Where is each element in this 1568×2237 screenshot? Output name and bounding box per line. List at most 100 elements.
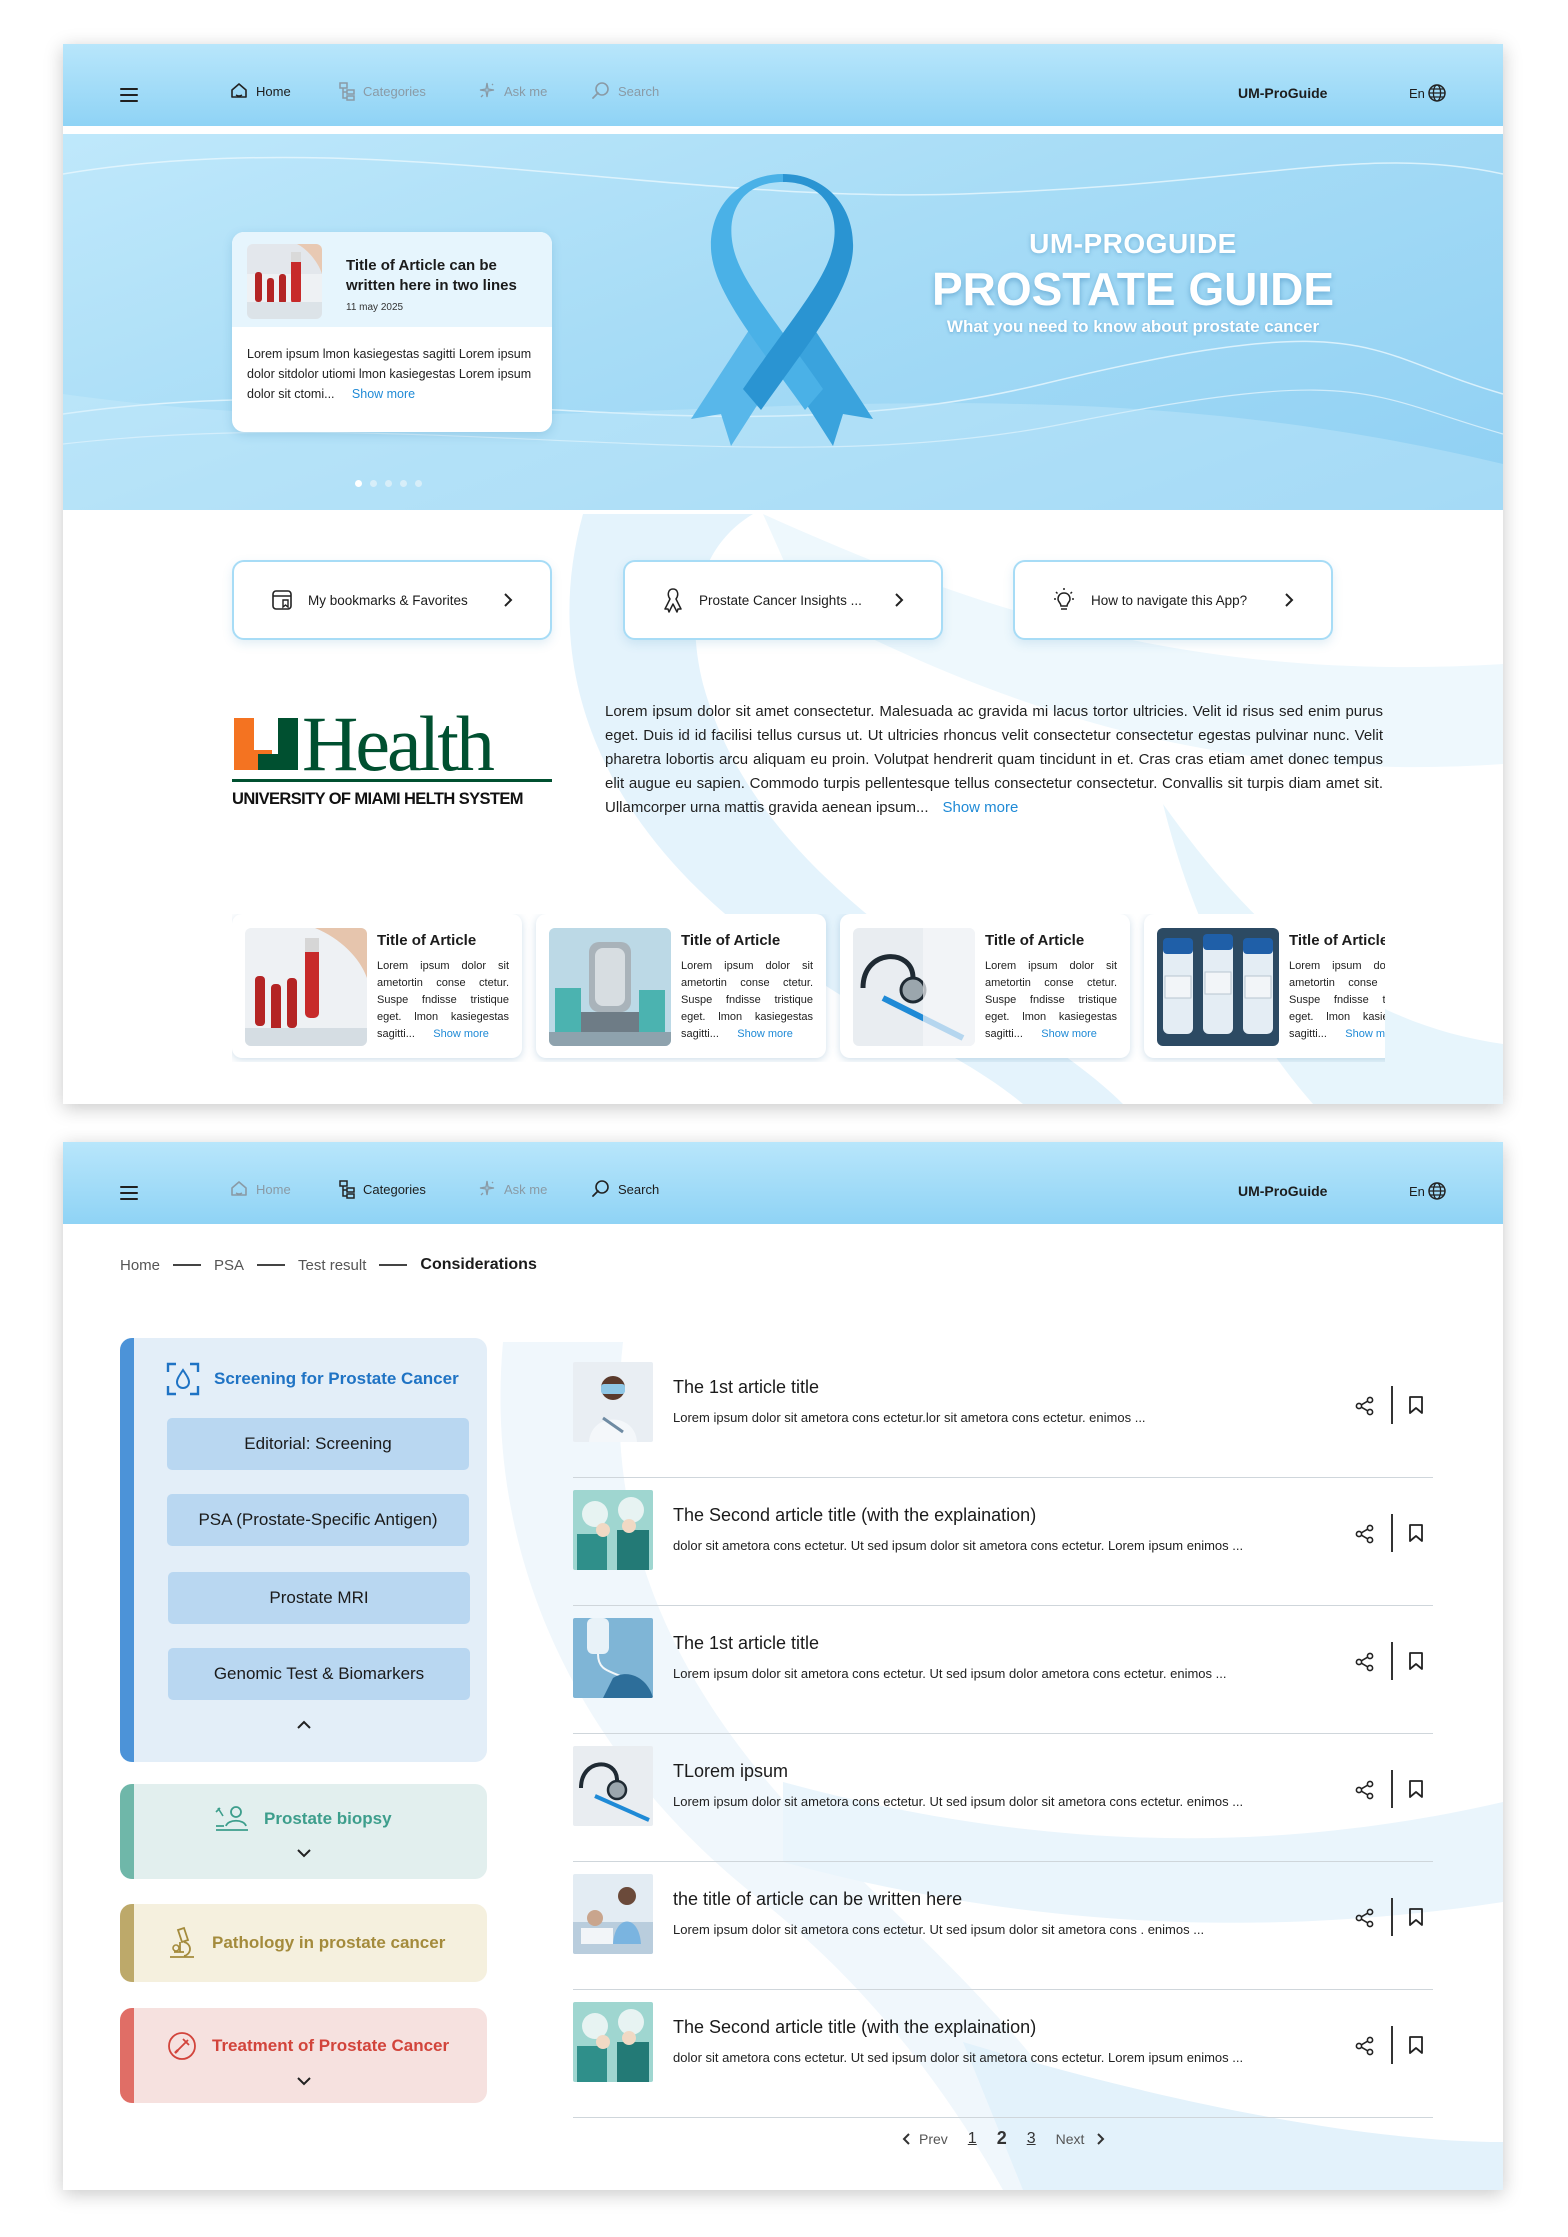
- article-card-excerpt: Lorem ipsum dolor sit ametortin conse ct…: [377, 958, 509, 1043]
- pagination-page[interactable]: 1: [968, 2130, 977, 2148]
- article-card-show-more[interactable]: Show more: [1345, 1028, 1385, 1040]
- category-list-screen: Home Categories Ask me Search UM-ProGuid…: [63, 1142, 1503, 2190]
- awareness-ribbon-icon: [691, 174, 873, 446]
- category-accent-bar: [120, 1338, 134, 1762]
- action-divider: [1391, 1386, 1393, 1424]
- expand-button[interactable]: [120, 2074, 487, 2092]
- bookmark-icon[interactable]: [1408, 1395, 1424, 1415]
- categories-icon: [339, 82, 355, 101]
- article-card[interactable]: Title of Article Lorem ipsum dolor sit a…: [840, 914, 1130, 1058]
- nav-search-label: Search: [618, 1181, 660, 1197]
- nav-ask-me[interactable]: Ask me: [477, 1179, 547, 1199]
- category-accent-bar: [120, 1784, 134, 1879]
- collapse-button[interactable]: [120, 1718, 487, 1736]
- chevron-right-icon: [895, 593, 904, 607]
- breadcrumb-item[interactable]: PSA: [214, 1257, 244, 1274]
- featured-article-show-more[interactable]: Show more: [352, 387, 415, 401]
- article-card[interactable]: Title of Article Lorem ipsum dolor sit a…: [232, 914, 522, 1058]
- pagination-prev[interactable]: Prev: [901, 2131, 948, 2147]
- share-icon[interactable]: [1355, 1396, 1375, 1416]
- article-card-show-more[interactable]: Show more: [1041, 1028, 1097, 1040]
- language-selector[interactable]: En: [1409, 1181, 1447, 1201]
- article-list-item[interactable]: The 1st article title Lorem ipsum dolor s…: [573, 1606, 1433, 1734]
- bookmark-icon[interactable]: [1408, 1907, 1424, 1927]
- article-title[interactable]: The 1st article title: [673, 1377, 819, 1398]
- category-screening-title: Screening for Prostate Cancer: [214, 1369, 459, 1388]
- pagination-page-current[interactable]: 2: [997, 2128, 1007, 2149]
- bookmark-icon[interactable]: [1408, 1651, 1424, 1671]
- carousel-dot[interactable]: [385, 480, 392, 487]
- breadcrumb: Home PSA Test result Considerations: [120, 1256, 537, 1274]
- carousel-dot[interactable]: [370, 480, 377, 487]
- subcategory-psa[interactable]: PSA (Prostate-Specific Antigen): [167, 1494, 469, 1546]
- nav-home[interactable]: Home: [229, 1179, 291, 1199]
- carousel-dot[interactable]: [400, 480, 407, 487]
- navigate-app-button[interactable]: How to navigate this App?: [1013, 560, 1333, 640]
- cancer-insights-button[interactable]: Prostate Cancer Insights ...: [623, 560, 943, 640]
- nav-categories-label: Categories: [363, 83, 426, 99]
- pagination-next-label: Next: [1055, 2130, 1085, 2147]
- intro-show-more[interactable]: Show more: [942, 799, 1018, 816]
- bookmark-icon[interactable]: [1408, 1523, 1424, 1543]
- article-title[interactable]: The 1st article title: [673, 1633, 819, 1654]
- chevron-up-icon: [296, 1720, 311, 1729]
- featured-article-header: Title of Article can be written here in …: [232, 232, 552, 327]
- bookmark-icon[interactable]: [1408, 2035, 1424, 2055]
- featured-article-date: 11 may 2025: [346, 302, 404, 313]
- menu-icon[interactable]: [120, 1186, 138, 1200]
- action-divider: [1391, 2026, 1393, 2064]
- category-treatment-title: Treatment of Prostate Cancer: [212, 2036, 450, 2055]
- category-biopsy[interactable]: Prostate biopsy: [120, 1784, 487, 1879]
- article-list-item[interactable]: the title of article can be written here…: [573, 1862, 1433, 1990]
- share-icon[interactable]: [1355, 2036, 1375, 2056]
- chevron-right-icon: [504, 593, 513, 607]
- article-list-item[interactable]: The Second article title (with the expla…: [573, 1478, 1433, 1606]
- nav-categories[interactable]: Categories: [338, 1179, 426, 1199]
- breadcrumb-item[interactable]: Home: [120, 1257, 160, 1274]
- article-list-item[interactable]: TLorem ipsum Lorem ipsum dolor sit ametor…: [573, 1734, 1433, 1862]
- nav-categories[interactable]: Categories: [338, 81, 426, 101]
- subcategory-genomic-test[interactable]: Genomic Test & Biomarkers: [168, 1648, 470, 1700]
- share-icon[interactable]: [1355, 1652, 1375, 1672]
- pagination-page[interactable]: 3: [1027, 2130, 1036, 2148]
- menu-icon[interactable]: [120, 88, 138, 102]
- article-card-title: Title of Article: [985, 932, 1085, 949]
- article-card-show-more[interactable]: Show more: [737, 1028, 793, 1040]
- breadcrumb-item[interactable]: Test result: [298, 1257, 366, 1274]
- subcategory-editorial-screening[interactable]: Editorial: Screening: [167, 1418, 469, 1470]
- nav-ask-me[interactable]: Ask me: [477, 81, 547, 101]
- article-card[interactable]: Title of Article Lorem ipsum dolor sit a…: [536, 914, 826, 1058]
- category-screening-header[interactable]: Screening for Prostate Cancer: [166, 1362, 459, 1396]
- language-label: En: [1409, 1183, 1425, 1199]
- nav-search[interactable]: Search: [591, 81, 659, 101]
- article-list-item[interactable]: The Second article title (with the expla…: [573, 1990, 1433, 2118]
- pagination-next[interactable]: Next: [1056, 2131, 1107, 2147]
- article-list-item[interactable]: The 1st article title Lorem ipsum dolor s…: [573, 1350, 1433, 1478]
- expand-button[interactable]: [120, 1846, 487, 1864]
- category-treatment[interactable]: Treatment of Prostate Cancer: [120, 2008, 487, 2103]
- nav-search[interactable]: Search: [591, 1179, 659, 1199]
- bookmark-icon[interactable]: [1408, 1779, 1424, 1799]
- chevron-left-icon: [902, 2132, 910, 2145]
- article-title[interactable]: the title of article can be written here: [673, 1889, 962, 1910]
- article-description: dolor sit ametora cons ectetur. Ut sed i…: [673, 2050, 1244, 2065]
- carousel-dot[interactable]: [355, 480, 362, 487]
- language-selector[interactable]: En: [1409, 83, 1447, 103]
- share-icon[interactable]: [1355, 1524, 1375, 1544]
- category-pathology[interactable]: Pathology in prostate cancer: [120, 1904, 487, 1982]
- share-icon[interactable]: [1355, 1780, 1375, 1800]
- featured-article-card[interactable]: Title of Article can be written here in …: [232, 232, 552, 432]
- article-card[interactable]: Title of Article Lorem ipsum dolor sit a…: [1144, 914, 1385, 1058]
- article-title[interactable]: TLorem ipsum: [673, 1761, 788, 1782]
- top-navigation-bar: Home Categories Ask me Search UM-ProGuid…: [63, 44, 1503, 126]
- nav-home[interactable]: Home: [229, 81, 291, 101]
- share-icon[interactable]: [1355, 1908, 1375, 1928]
- carousel-dot[interactable]: [415, 480, 422, 487]
- article-card-show-more[interactable]: Show more: [433, 1028, 489, 1040]
- article-card-carousel: Title of Article Lorem ipsum dolor sit a…: [232, 914, 1385, 1062]
- subcategory-prostate-mri[interactable]: Prostate MRI: [168, 1572, 470, 1624]
- article-title[interactable]: The Second article title (with the expla…: [673, 1505, 1036, 1526]
- pagination-prev-label: Prev: [919, 2130, 948, 2147]
- bookmarks-favorites-button[interactable]: My bookmarks & Favorites: [232, 560, 552, 640]
- article-title[interactable]: The Second article title (with the expla…: [673, 2017, 1036, 2038]
